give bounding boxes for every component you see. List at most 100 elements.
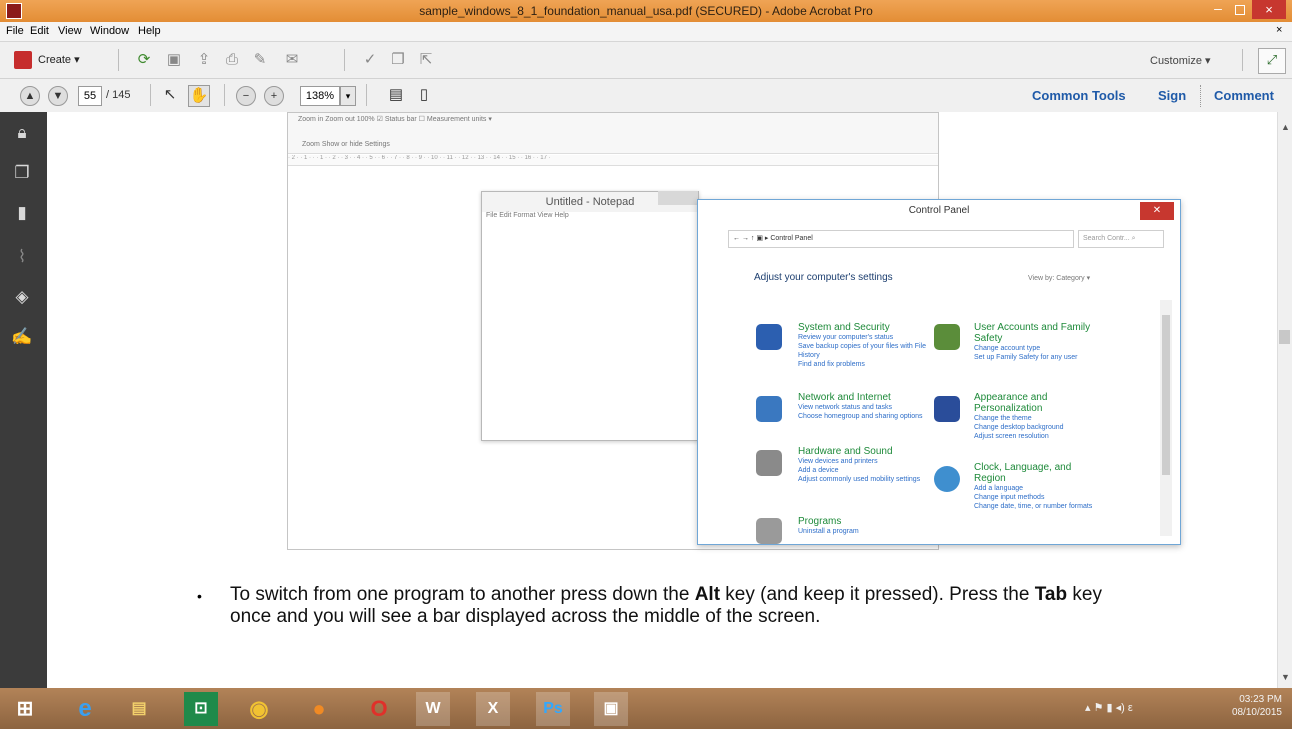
previous-page-icon[interactable]: ▲ (20, 86, 40, 106)
category-link: Change date, time, or number formats (974, 503, 1093, 510)
category-link: View network status and tasks (798, 404, 893, 411)
menu-bar: File Edit View Window Help × (0, 22, 1292, 42)
photoshop-icon[interactable]: Ps (536, 692, 570, 726)
system-tray[interactable]: ▴ ⚑ ▮ ◂) ε (1085, 701, 1133, 714)
firefox-icon[interactable]: ● (302, 692, 336, 726)
copy-icon[interactable]: ❐ (388, 50, 408, 70)
hand-tool-icon[interactable]: ✋ (188, 85, 210, 107)
category-programs: Programs Uninstall a program (798, 516, 928, 536)
paragraph-text: To switch from one program to another pr… (230, 584, 695, 605)
navigation-pane: 🔒︎ ❐ ▮ ⌇ ◈ ✍ (0, 112, 47, 688)
toolbar-separator (224, 84, 225, 106)
signature-icon[interactable]: ✍ (11, 326, 33, 348)
expand-icon[interactable]: ⤢ (1258, 48, 1286, 74)
select-cursor-icon[interactable]: ↖ (160, 85, 180, 105)
close-button[interactable]: × (1252, 0, 1286, 19)
category-link: View devices and printers (798, 458, 878, 465)
clock[interactable]: 03:23 PM 08/10/2015 (1222, 693, 1282, 719)
category-user-accounts: User Accounts and Family Safety Change a… (974, 322, 1104, 362)
category-link: Adjust screen resolution (974, 433, 1049, 440)
excel-icon[interactable]: X (476, 692, 510, 726)
bullet-marker: • (197, 588, 202, 604)
attachment-icon[interactable]: ⌇ (11, 246, 33, 268)
category-link: Adjust commonly used mobility settings (798, 476, 921, 483)
menu-help[interactable]: Help (138, 25, 161, 37)
sign-icon[interactable]: ✓ (360, 50, 380, 70)
category-system-security: System and Security Review your computer… (798, 322, 928, 369)
customize-dropdown[interactable]: Customize ▾ (1150, 54, 1211, 67)
minimize-button[interactable]: – (1208, 1, 1228, 17)
control-panel-search: Search Contr... ⌕ (1078, 230, 1164, 248)
page-number-input[interactable]: 55 (78, 86, 102, 106)
control-panel-close-icon: ✕ (1140, 202, 1174, 220)
scroll-thumb[interactable] (1279, 330, 1290, 344)
page-total-label: / 145 (106, 89, 131, 101)
category-title: System and Security (798, 322, 890, 333)
common-tools-pane[interactable]: Common Tools (1032, 88, 1126, 103)
bookmark-icon[interactable]: ▮ (11, 202, 33, 224)
category-network-internet: Network and Internet View network status… (798, 392, 928, 421)
menu-file[interactable]: File (6, 25, 24, 37)
category-title: Programs (798, 516, 842, 527)
word-icon[interactable]: W (416, 692, 450, 726)
speaker-printer-icon (756, 450, 782, 476)
ribbon-text: Zoom in Zoom out 100% ☑ Status bar ☐ Mea… (298, 116, 492, 123)
toolbar-separator (118, 49, 119, 71)
read-mode-icon[interactable]: ▯ (414, 85, 434, 105)
maximize-button[interactable] (1232, 3, 1248, 17)
open-icon[interactable]: ⟳ (134, 50, 154, 70)
save-icon[interactable]: ▣ (164, 50, 184, 70)
category-link: Change desktop background (974, 424, 1064, 431)
zoom-input[interactable]: 138% (300, 86, 340, 106)
category-appearance: Appearance and Personalization Change th… (974, 392, 1104, 441)
zoom-dropdown-button[interactable]: ▾ (340, 86, 356, 106)
email-icon[interactable]: ✉ (282, 50, 302, 70)
ie-icon[interactable]: e (68, 692, 102, 726)
pages-icon[interactable]: ❐ (11, 162, 33, 184)
create-button[interactable]: Create ▾ (38, 53, 80, 66)
comment-pane[interactable]: Comment (1214, 88, 1274, 103)
embedded-screenshot: Zoom in Zoom out 100% ☑ Status bar ☐ Mea… (287, 112, 1181, 550)
toolbar-separator (344, 49, 345, 71)
zoom-in-icon[interactable]: + (264, 86, 284, 106)
category-link: Choose homegroup and sharing options (798, 413, 923, 420)
store-icon[interactable]: ⊡ (184, 692, 218, 726)
explorer-icon[interactable]: ▤ (122, 692, 156, 726)
category-link: Change the theme (974, 415, 1032, 422)
toolbar-separator (1242, 49, 1243, 71)
scroll-down-icon[interactable]: ▼ (1281, 672, 1290, 682)
zoom-out-icon[interactable]: − (236, 86, 256, 106)
pane-separator (1200, 85, 1202, 107)
start-icon[interactable]: ⊞ (8, 692, 42, 726)
opera-icon[interactable]: O (362, 692, 396, 726)
network-globe-icon (756, 396, 782, 422)
menu-window[interactable]: Window (90, 25, 129, 37)
users-icon (934, 324, 960, 350)
sign-pane[interactable]: Sign (1158, 88, 1186, 103)
chrome-icon[interactable]: ◉ (242, 692, 276, 726)
fit-page-icon[interactable]: ▤ (386, 85, 406, 105)
lock-icon[interactable]: 🔒︎ (11, 122, 33, 144)
scroll-up-icon[interactable]: ▲ (1281, 122, 1290, 132)
category-clock-region: Clock, Language, and Region Add a langua… (974, 462, 1104, 511)
document-page[interactable]: Zoom in Zoom out 100% ☑ Status bar ☐ Mea… (47, 112, 1277, 688)
category-link: Set up Family Safety for any user (974, 354, 1078, 361)
document-close-button[interactable]: × (1276, 24, 1282, 36)
notepad-caption-buttons (658, 191, 698, 205)
vertical-scrollbar[interactable]: ▲ ▼ (1277, 112, 1292, 688)
acrobat-icon[interactable]: ▣ (594, 692, 628, 726)
category-title: User Accounts and Family Safety (974, 322, 1091, 344)
print-icon[interactable]: ⎙ (222, 50, 242, 70)
upload-icon[interactable]: ⇪ (194, 50, 214, 70)
edit-document-icon[interactable]: ✎ (250, 50, 270, 70)
export-icon[interactable]: ⇱ (416, 50, 436, 70)
control-panel-title: Control Panel (698, 200, 1180, 224)
clock-time: 03:23 PM (1239, 694, 1282, 705)
category-title: Appearance and Personalization (974, 392, 1048, 414)
next-page-icon[interactable]: ▼ (48, 86, 68, 106)
menu-edit[interactable]: Edit (30, 25, 49, 37)
tab-key-label: Tab (1034, 584, 1068, 605)
menu-view[interactable]: View (58, 25, 82, 37)
layers-icon[interactable]: ◈ (11, 286, 33, 308)
create-icon[interactable] (14, 51, 32, 69)
